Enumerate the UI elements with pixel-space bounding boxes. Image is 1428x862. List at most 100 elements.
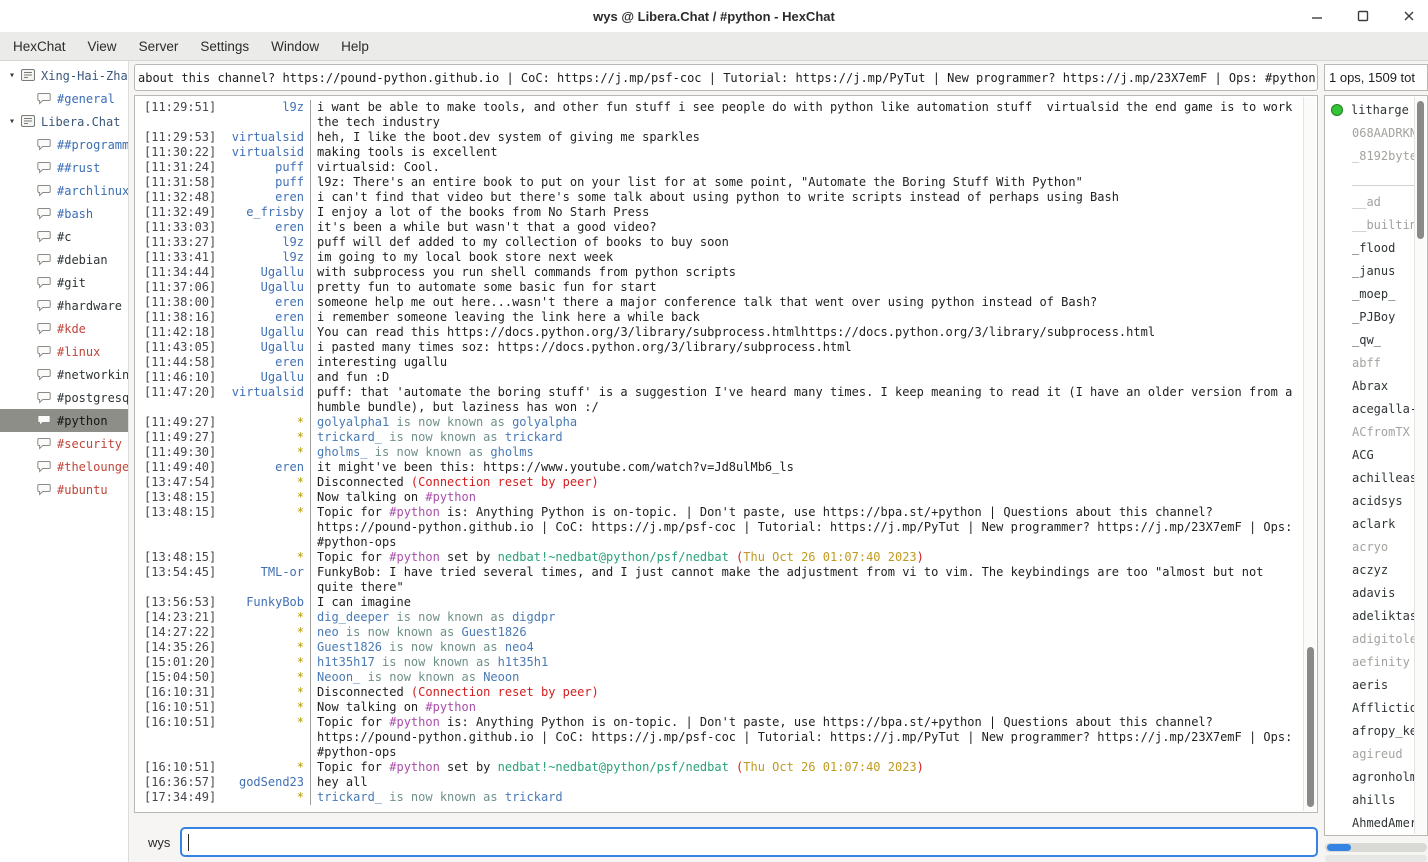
user-item[interactable]: afropy_ke	[1325, 719, 1427, 742]
user-item[interactable]: achilleas	[1325, 466, 1427, 489]
user-item[interactable]: Abrax	[1325, 374, 1427, 397]
message: Topic for #python is: Anything Python is…	[311, 715, 1304, 760]
maximize-button[interactable]	[1354, 7, 1372, 25]
tree-item-hardware[interactable]: #hardware	[0, 294, 128, 317]
link[interactable]: https://docs.python.org/3/library/subpro…	[498, 340, 852, 354]
channel-icon	[36, 321, 53, 336]
userlist-hscrollbar-track[interactable]	[1325, 855, 1427, 862]
tree-item-debian[interactable]: #debian	[0, 248, 128, 271]
tree-item-security[interactable]: #security	[0, 432, 128, 455]
menu-help[interactable]: Help	[330, 32, 380, 60]
user-item[interactable]: ACG	[1325, 443, 1427, 466]
user-item[interactable]: aefinity	[1325, 650, 1427, 673]
user-item[interactable]: _________	[1325, 167, 1427, 190]
user-item[interactable]: abff	[1325, 351, 1427, 374]
topic-input[interactable]: about this channel? https://pound-python…	[134, 64, 1318, 91]
tree-item-c[interactable]: #c	[0, 225, 128, 248]
tree-item-thelounge[interactable]: #thelounge	[0, 455, 128, 478]
chat-scrollbar[interactable]	[1303, 97, 1316, 811]
message: dig_deeper is now known as digdpr	[311, 610, 1304, 625]
tree-item-programming[interactable]: ##programming	[0, 133, 128, 156]
close-button[interactable]	[1400, 7, 1418, 25]
tree-item-networking[interactable]: #networking	[0, 363, 128, 386]
tree-item-general[interactable]: #general	[0, 87, 128, 110]
tree-item-postgresql[interactable]: #postgresql	[0, 386, 128, 409]
user-item[interactable]: litharge	[1325, 98, 1427, 121]
user-name: aefinity	[1352, 655, 1410, 669]
event-star: *	[230, 640, 311, 655]
menu-window[interactable]: Window	[260, 32, 330, 60]
tree-item-python[interactable]: #python	[0, 409, 128, 432]
user-item[interactable]: adigitole	[1325, 627, 1427, 650]
message: neo is now known as Guest1826	[311, 625, 1304, 640]
user-item[interactable]: _PJBoy	[1325, 305, 1427, 328]
user-item[interactable]: __ad	[1325, 190, 1427, 213]
message: Topic for #python set by nedbat!~nedbat@…	[311, 550, 1304, 565]
message-text: Now talking on	[317, 490, 425, 504]
user-item[interactable]: adeliktas	[1325, 604, 1427, 627]
tree-item-rust[interactable]: ##rust	[0, 156, 128, 179]
user-item[interactable]: Afflictio	[1325, 696, 1427, 719]
nick: eren	[230, 460, 311, 475]
message-text: neo	[317, 625, 339, 639]
menu-server[interactable]: Server	[128, 32, 190, 60]
user-item[interactable]: agireud	[1325, 742, 1427, 765]
user-item[interactable]: acryo	[1325, 535, 1427, 558]
user-item[interactable]: _janus	[1325, 259, 1427, 282]
tree-item-kde[interactable]: #kde	[0, 317, 128, 340]
tree-item-xing-hai-zhan[interactable]: ▾Xing-Hai-Zhan	[0, 64, 128, 87]
message: it might've been this: https://www.youtu…	[311, 460, 1304, 475]
menu-settings[interactable]: Settings	[189, 32, 260, 60]
user-item[interactable]: ACfromTX	[1325, 420, 1427, 443]
link[interactable]: https://docs.python.org/3/library/subpro…	[447, 325, 1155, 339]
user-item[interactable]: AhmedAmer	[1325, 811, 1427, 834]
user-item[interactable]: agronholm	[1325, 765, 1427, 788]
user-item[interactable]: ahills	[1325, 788, 1427, 811]
userlist-scrollbar[interactable]	[1414, 97, 1426, 834]
user-item[interactable]: aclark	[1325, 512, 1427, 535]
user-item[interactable]: _moep_	[1325, 282, 1427, 305]
user-item[interactable]: __builtin	[1325, 213, 1427, 236]
tree-item-archlinux[interactable]: #archlinux	[0, 179, 128, 202]
tree-item-linux[interactable]: #linux	[0, 340, 128, 363]
user-item[interactable]: _8192byte	[1325, 144, 1427, 167]
userlist-hscrollbar[interactable]	[1325, 843, 1427, 852]
link[interactable]: https://www.youtube.com/watch?v=Jd8ulMb6…	[483, 460, 794, 474]
input-bar: wys	[134, 824, 1318, 860]
user-item[interactable]: acegalla-	[1325, 397, 1427, 420]
message: im going to my local book store next wee…	[311, 250, 1304, 265]
userlist-hscrollbar-handle[interactable]	[1327, 844, 1351, 851]
menu-hexchat[interactable]: HexChat	[2, 32, 77, 60]
user-name: _moep_	[1352, 287, 1395, 301]
user-item[interactable]: adavis	[1325, 581, 1427, 604]
message-input[interactable]	[180, 827, 1318, 857]
minimize-button[interactable]	[1308, 7, 1326, 25]
chat-scrollbar-handle[interactable]	[1307, 647, 1314, 807]
channel-icon	[36, 413, 53, 428]
timestamp: [11:43:05]	[135, 340, 230, 355]
menu-view[interactable]: View	[77, 32, 128, 60]
server-icon	[20, 68, 37, 83]
expander-icon[interactable]: ▾	[4, 70, 20, 81]
user-name: _qw_	[1352, 333, 1381, 347]
user-item[interactable]: aczyz	[1325, 558, 1427, 581]
tree-item-bash[interactable]: #bash	[0, 202, 128, 225]
user-name: __builtin	[1352, 218, 1417, 232]
userlist-scrollbar-handle[interactable]	[1417, 101, 1424, 239]
user-item[interactable]: _qw_	[1325, 328, 1427, 351]
user-name: acryo	[1352, 540, 1388, 554]
user-item[interactable]: _flood	[1325, 236, 1427, 259]
message-text: set by	[440, 550, 498, 564]
chat-line: [17:34:49]*trickard_ is now known as tri…	[135, 790, 1304, 805]
message-text: hey all	[317, 775, 368, 789]
tree-item-git[interactable]: #git	[0, 271, 128, 294]
expander-icon[interactable]: ▾	[4, 116, 20, 127]
nick: Ugallu	[230, 340, 311, 355]
message: Guest1826 is now known as neo4	[311, 640, 1304, 655]
tree-item-libera-chat[interactable]: ▾Libera.Chat	[0, 110, 128, 133]
tree-item-ubuntu[interactable]: #ubuntu	[0, 478, 128, 501]
user-item[interactable]: aeris	[1325, 673, 1427, 696]
timestamp: [11:33:03]	[135, 220, 230, 235]
user-item[interactable]: acidsys	[1325, 489, 1427, 512]
user-item[interactable]: 068AADRKN	[1325, 121, 1427, 144]
